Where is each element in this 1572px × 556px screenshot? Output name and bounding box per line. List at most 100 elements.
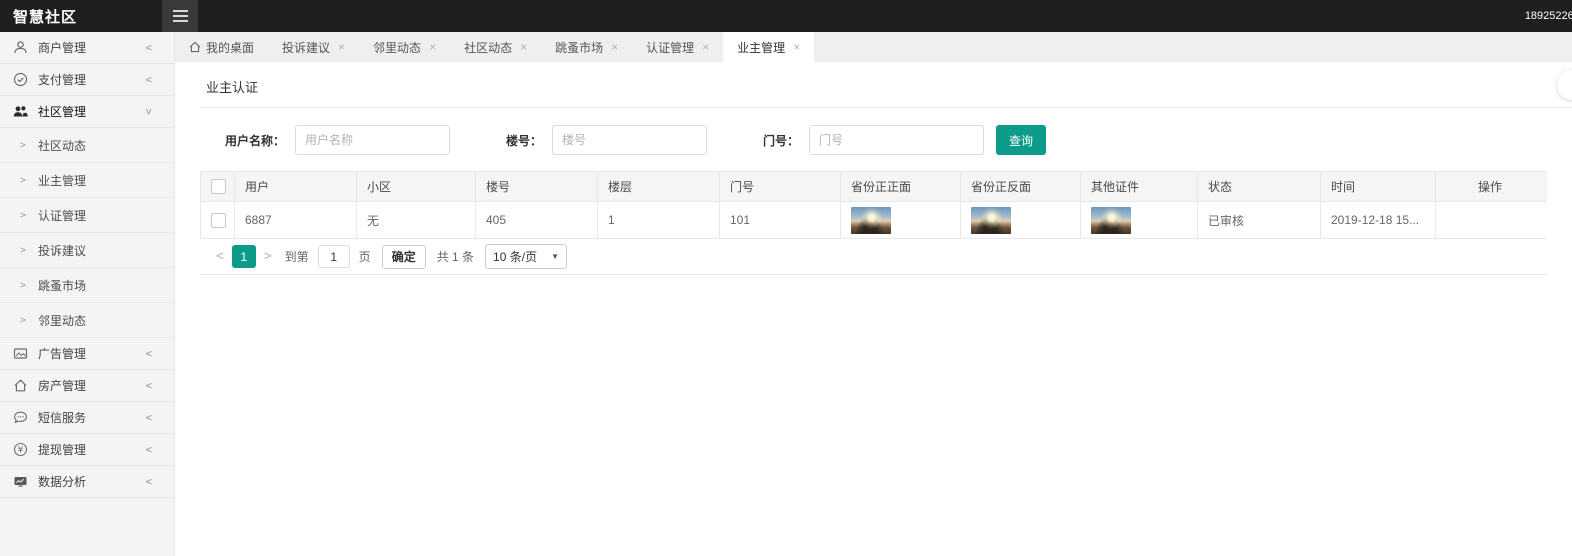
table-row: 6887 无 405 1 101 已审核 2019-12-18 15...: [201, 202, 1548, 239]
sidebar-item-merchant-mgmt[interactable]: 商户管理 <: [0, 32, 174, 64]
chevron-left-icon: <: [145, 41, 152, 54]
chevron-right-icon: >: [20, 315, 26, 326]
tab-community-news[interactable]: 社区动态 ×: [450, 32, 541, 62]
chevron-right-icon: >: [20, 140, 26, 151]
sidebar-item-data-analysis[interactable]: 数据分析 <: [0, 466, 174, 498]
chevron-left-icon: <: [145, 347, 152, 360]
tab-close-icon[interactable]: ×: [611, 40, 618, 54]
comment-icon: [13, 410, 28, 425]
current-page-button[interactable]: 1: [232, 245, 256, 268]
col-action: 操作: [1436, 172, 1548, 202]
sidebar-item-payment-mgmt[interactable]: 支付管理 <: [0, 64, 174, 96]
tab-label: 投诉建议: [282, 39, 330, 56]
user-phone-number[interactable]: 1892522626: [1525, 0, 1572, 32]
cell-time: 2019-12-18 15...: [1321, 202, 1436, 239]
sidebar-subitem-label: 投诉建议: [38, 242, 86, 259]
prev-page-icon[interactable]: <: [208, 249, 232, 264]
shield-check-icon: [13, 72, 28, 87]
yen-circle-icon: ¥: [13, 442, 28, 457]
hamburger-menu-icon[interactable]: [162, 0, 198, 32]
other-cert-image[interactable]: [1091, 207, 1131, 234]
caret-down-icon: ▼: [551, 252, 559, 261]
sidebar-item-sms-service[interactable]: 短信服务 <: [0, 402, 174, 434]
filter-group-door: 门号：: [763, 125, 984, 155]
pagination-bar: < 1 > 到第 页 确定 共 1 条 10 条/页 ▼: [200, 239, 1547, 275]
tab-owner-mgmt-active[interactable]: 业主管理 ×: [723, 32, 814, 62]
col-time: 时间: [1321, 172, 1436, 202]
sidebar-item-ad-mgmt[interactable]: 广告管理 <: [0, 338, 174, 370]
chevron-left-icon: <: [145, 379, 152, 392]
filter-form: 用户名称： 楼号： 门号： 查询: [200, 108, 1572, 171]
sidebar-item-withdraw-mgmt[interactable]: ¥ 提现管理 <: [0, 434, 174, 466]
row-checkbox[interactable]: [211, 213, 226, 228]
select-all-checkbox[interactable]: [211, 179, 226, 194]
col-building: 楼号: [476, 172, 598, 202]
header-checkbox-cell: [201, 172, 235, 202]
chevron-left-icon: <: [145, 411, 152, 424]
confirm-page-button[interactable]: 确定: [382, 245, 426, 269]
row-checkbox-cell: [201, 202, 235, 239]
svg-text:¥: ¥: [18, 446, 24, 456]
cell-id-back: [961, 202, 1081, 239]
chevron-right-icon: >: [20, 280, 26, 291]
home-icon: [13, 378, 28, 393]
id-front-image[interactable]: [851, 207, 891, 234]
sidebar-item-label: 支付管理: [38, 71, 86, 88]
page-title: 业主认证: [200, 62, 1572, 108]
tab-close-icon[interactable]: ×: [520, 40, 527, 54]
chevron-right-icon: >: [20, 210, 26, 221]
monitor-chart-icon: [13, 474, 28, 489]
tab-my-desktop[interactable]: 我的桌面: [175, 32, 268, 62]
total-count-label: 共 1 条: [437, 248, 474, 265]
tab-label: 我的桌面: [206, 39, 254, 56]
tab-label: 邻里动态: [373, 39, 421, 56]
chevron-left-icon: <: [145, 73, 152, 86]
id-back-image[interactable]: [971, 207, 1011, 234]
cell-id-front: [841, 202, 961, 239]
tab-neighborhood[interactable]: 邻里动态 ×: [359, 32, 450, 62]
username-input[interactable]: [295, 125, 450, 155]
app-title: 智慧社区: [0, 6, 162, 27]
sidebar-subitem-community-news[interactable]: > 社区动态: [0, 128, 174, 163]
cell-action: [1436, 202, 1548, 239]
sidebar-subitem-auth-mgmt[interactable]: > 认证管理: [0, 198, 174, 233]
tab-complaints[interactable]: 投诉建议 ×: [268, 32, 359, 62]
chevron-right-icon: >: [20, 175, 26, 186]
chevron-left-icon: <: [145, 443, 152, 456]
home-icon: [189, 41, 201, 53]
tab-auth-mgmt[interactable]: 认证管理 ×: [632, 32, 723, 62]
sidebar-item-property-mgmt[interactable]: 房产管理 <: [0, 370, 174, 402]
goto-prefix-label: 到第: [285, 248, 309, 265]
cell-community: 无: [357, 202, 476, 239]
sidebar-item-community-mgmt[interactable]: 社区管理 <: [0, 96, 174, 128]
chevron-down-icon: <: [142, 108, 155, 115]
tab-close-icon[interactable]: ×: [338, 40, 345, 54]
tab-flea-market[interactable]: 跳蚤市场 ×: [541, 32, 632, 62]
goto-suffix-label: 页: [359, 248, 371, 265]
owners-table: 用户 小区 楼号 楼层 门号 省份正正面 省份正反面 其他证件 状态 时间 操作…: [200, 171, 1547, 239]
page-size-select[interactable]: 10 条/页 ▼: [485, 244, 567, 269]
sidebar-subitem-owner-mgmt[interactable]: > 业主管理: [0, 163, 174, 198]
sidebar-subitem-label: 邻里动态: [38, 312, 86, 329]
username-label: 用户名称：: [225, 132, 285, 149]
cell-building: 405: [476, 202, 598, 239]
cell-status: 已审核: [1198, 202, 1321, 239]
sidebar-subitem-flea-market[interactable]: > 跳蚤市场: [0, 268, 174, 303]
col-status: 状态: [1198, 172, 1321, 202]
tab-close-icon[interactable]: ×: [702, 40, 709, 54]
sidebar-subitem-complaints[interactable]: > 投诉建议: [0, 233, 174, 268]
tab-close-icon[interactable]: ×: [429, 40, 436, 54]
col-user: 用户: [235, 172, 357, 202]
col-other-cert: 其他证件: [1081, 172, 1198, 202]
goto-page-input[interactable]: [318, 245, 350, 268]
search-button[interactable]: 查询: [996, 125, 1046, 155]
cell-other-cert: [1081, 202, 1198, 239]
tab-close-icon[interactable]: ×: [793, 40, 800, 54]
building-input[interactable]: [552, 125, 707, 155]
sidebar-item-label: 社区管理: [38, 103, 86, 120]
sidebar-subitem-neighborhood[interactable]: > 邻里动态: [0, 303, 174, 338]
next-page-icon[interactable]: >: [256, 249, 280, 264]
tab-label: 社区动态: [464, 39, 512, 56]
col-id-back: 省份正反面: [961, 172, 1081, 202]
door-input[interactable]: [809, 125, 984, 155]
